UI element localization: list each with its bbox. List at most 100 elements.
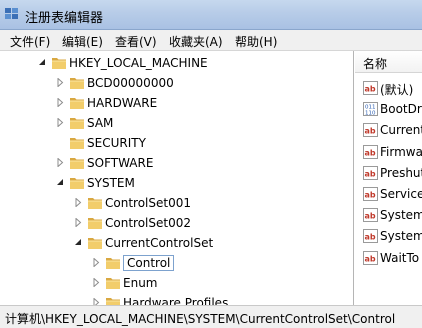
expanded-arrow-icon[interactable] (74, 238, 83, 247)
tree-node-label: SOFTWARE (87, 156, 154, 170)
value-name: (默认) (380, 83, 414, 97)
string-value-icon: ab (363, 166, 378, 180)
folder-icon (106, 298, 120, 305)
status-bar: 计算机\HKEY_LOCAL_MACHINE\SYSTEM\CurrentCon… (0, 305, 422, 328)
expanded-arrow-icon[interactable] (56, 178, 65, 187)
value-name: WaitTo (380, 251, 420, 265)
tree-node[interactable]: SYSTEM (0, 173, 353, 193)
svg-text:ab: ab (365, 149, 376, 158)
tree-node[interactable]: BCD00000000 (0, 73, 353, 93)
svg-text:ab: ab (365, 85, 376, 94)
tree-node-label: Hardware Profiles (123, 296, 229, 305)
menu-view[interactable]: 查看(V) (115, 33, 157, 50)
svg-text:ab: ab (365, 127, 376, 136)
menu-bar: 文件(F) 编辑(E) 查看(V) 收藏夹(A) 帮助(H) (0, 30, 422, 51)
string-value-icon: ab (363, 123, 378, 137)
string-value-icon: ab (363, 145, 378, 159)
menu-file[interactable]: 文件(F) (10, 33, 50, 50)
collapsed-arrow-icon[interactable] (56, 118, 65, 127)
collapsed-arrow-icon[interactable] (56, 158, 65, 167)
tree-node-label-selected: Control (123, 255, 175, 271)
tree-node-label: Enum (123, 276, 158, 290)
tree-node-label: HKEY_LOCAL_MACHINE (69, 56, 208, 70)
tree-node-label: CurrentControlSet (105, 236, 214, 250)
tree-node-label: SAM (87, 116, 114, 130)
string-value-icon: ab (363, 251, 378, 265)
folder-icon (88, 238, 102, 249)
folder-icon (70, 98, 84, 109)
value-row[interactable]: ab Current (355, 120, 422, 141)
status-path: 计算机\HKEY_LOCAL_MACHINE\SYSTEM\CurrentCon… (5, 312, 396, 326)
value-row[interactable]: ab Firmwa (355, 142, 422, 163)
tree-node[interactable]: ControlSet002 (0, 213, 353, 233)
string-value-icon: ab (363, 81, 378, 95)
folder-icon (70, 158, 84, 169)
menu-favorites[interactable]: 收藏夹(A) (169, 33, 223, 50)
expanded-arrow-icon[interactable] (38, 58, 47, 67)
binary-value-icon: 011110 (363, 102, 378, 116)
collapsed-arrow-icon[interactable] (74, 198, 83, 207)
folder-icon (70, 138, 84, 149)
svg-text:ab: ab (365, 191, 376, 200)
tree-node[interactable]: Enum (0, 273, 353, 293)
tree-node[interactable]: SECURITY (0, 133, 353, 153)
tree-node[interactable]: SOFTWARE (0, 153, 353, 173)
value-row[interactable]: ab System (355, 205, 422, 226)
tree-node[interactable]: Control (0, 253, 353, 273)
collapsed-arrow-icon[interactable] (92, 278, 101, 287)
tree-node[interactable]: SAM (0, 113, 353, 133)
value-row[interactable]: ab (默认) (355, 78, 422, 99)
folder-icon (106, 278, 120, 289)
svg-text:ab: ab (365, 212, 376, 221)
string-value-icon: ab (363, 229, 378, 243)
value-row[interactable]: ab System (355, 226, 422, 247)
window-title: 注册表编辑器 (25, 11, 104, 26)
value-row[interactable]: ab WaitTo (355, 248, 422, 269)
tree-node-label: ControlSet002 (105, 216, 191, 230)
string-value-icon: ab (363, 208, 378, 222)
registry-tree[interactable]: HKEY_LOCAL_MACHINE BCD00000000 HARDWARE SAM… (0, 51, 354, 305)
values-list[interactable]: 名称 ab (默认) 011 110 BootDr ab Current ab Firmwa ab… (355, 51, 422, 305)
tree-node[interactable]: Hardware Profiles (0, 293, 353, 305)
value-name: Service (380, 187, 422, 201)
column-header-label: 名称 (363, 57, 388, 71)
tree-node-label: ControlSet001 (105, 196, 191, 210)
svg-text:110: 110 (365, 111, 376, 117)
collapsed-arrow-icon[interactable] (92, 298, 101, 305)
folder-icon (52, 58, 66, 69)
tree-node-label: BCD00000000 (87, 76, 174, 90)
tree-node[interactable]: ControlSet001 (0, 193, 353, 213)
tree-node-label: HARDWARE (87, 96, 158, 110)
title-bar[interactable]: 注册表编辑器 (0, 0, 422, 30)
value-row[interactable]: ab Service (355, 184, 422, 205)
folder-icon (88, 198, 102, 209)
value-name: Firmwa (380, 145, 422, 159)
menu-edit[interactable]: 编辑(E) (62, 33, 103, 50)
tree-node[interactable]: HKEY_LOCAL_MACHINE (0, 53, 353, 73)
svg-text:ab: ab (365, 233, 376, 242)
svg-text:ab: ab (365, 170, 376, 179)
value-name: BootDr (380, 102, 422, 116)
column-header-name[interactable]: 名称 (355, 51, 422, 73)
registry-editor-icon (5, 8, 18, 19)
value-name: System (380, 208, 422, 222)
svg-text:ab: ab (365, 255, 376, 264)
tree-node-label: SYSTEM (87, 176, 135, 190)
folder-icon (70, 178, 84, 189)
menu-help[interactable]: 帮助(H) (235, 33, 277, 50)
value-row[interactable]: ab Preshut (355, 163, 422, 184)
collapsed-arrow-icon[interactable] (56, 78, 65, 87)
value-row[interactable]: 011 110 BootDr (355, 99, 422, 120)
tree-node[interactable]: CurrentControlSet (0, 233, 353, 253)
folder-icon (88, 218, 102, 229)
value-name: Preshut (380, 166, 422, 180)
value-name: System (380, 229, 422, 243)
collapsed-arrow-icon[interactable] (74, 218, 83, 227)
value-name: Current (380, 123, 422, 137)
collapsed-arrow-icon[interactable] (56, 98, 65, 107)
string-value-icon: ab (363, 187, 378, 201)
collapsed-arrow-icon[interactable] (92, 258, 101, 267)
tree-node[interactable]: HARDWARE (0, 93, 353, 113)
folder-icon (70, 78, 84, 89)
folder-icon (106, 258, 120, 269)
